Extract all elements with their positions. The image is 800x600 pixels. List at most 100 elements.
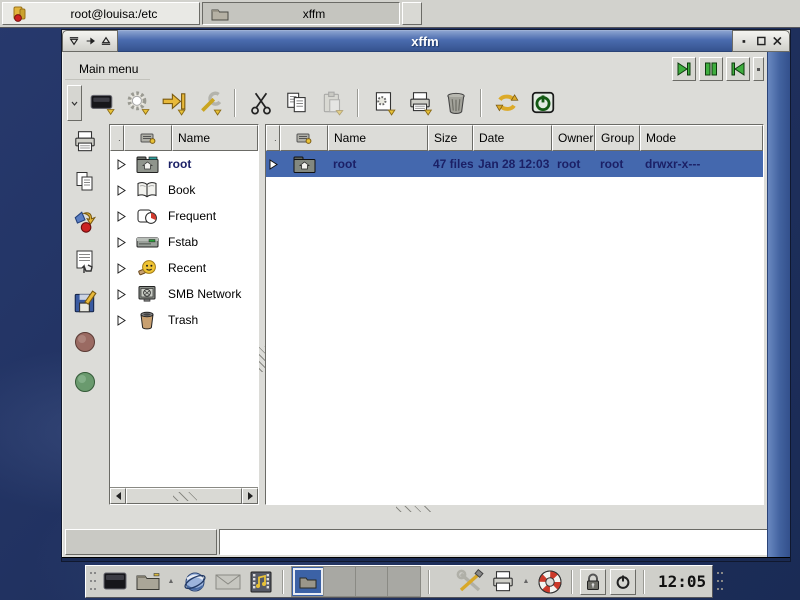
panel-quit-button[interactable] [610,569,636,595]
window-title: xffm [411,34,438,49]
close-icon[interactable] [772,35,783,47]
file-header-name[interactable]: Name [328,125,428,151]
file-header-size[interactable]: Size [428,125,473,151]
tree-item-label: Trash [162,313,198,327]
nav-more-button[interactable] [753,57,764,81]
panel-help-button[interactable] [535,567,564,596]
status-entry[interactable] [219,529,787,555]
trash-button[interactable] [439,87,472,120]
file-header-date[interactable]: Date [473,125,552,151]
tree-header-handle[interactable]: ․ [110,125,124,151]
pager-desktop-1[interactable] [292,567,324,596]
file-header-group[interactable]: Group [595,125,640,151]
panel-file-manager-button[interactable] [133,567,162,596]
maximize-icon[interactable] [756,35,767,47]
bottom-splitter[interactable] [63,505,764,513]
file-row-root[interactable]: root 47 files Jan 28 12:03 root root drw… [266,151,763,177]
recent-icon [132,259,162,277]
paste-icon [320,90,346,116]
side-run-button[interactable] [70,208,100,236]
properties-button[interactable] [367,87,400,120]
panel-settings-button[interactable] [455,567,484,596]
expander-icon[interactable] [110,185,132,196]
panel-browser-button[interactable] [180,567,209,596]
copy-button[interactable] [280,87,313,120]
status-progress-area [65,529,217,555]
panel-grip-right[interactable] [716,570,723,594]
side-sphere-green-button[interactable] [70,368,100,396]
side-touch-button[interactable] [70,248,100,276]
side-copy-button[interactable] [70,168,100,196]
tree-header-name[interactable]: Name [172,125,258,151]
tree-item-root[interactable]: root [110,151,258,177]
top-taskbar: root@louisa:/etc xffm [0,0,800,28]
pager-desktop-3[interactable] [356,567,388,596]
hide-icon[interactable] [739,35,750,47]
file-header-handle[interactable]: ․ [266,125,280,151]
expander-icon[interactable] [110,263,132,274]
paste-button[interactable] [316,87,349,120]
toolbar [67,84,764,122]
side-print-button[interactable] [70,128,100,156]
pager-desktop-4[interactable] [388,567,420,596]
panel-popup-arrow[interactable]: ▲ [166,567,176,596]
window-right-border[interactable] [767,52,790,557]
shade-icon[interactable] [101,35,111,47]
taskbar-task-terminal[interactable]: root@louisa:/etc [2,2,200,25]
scroll-left-button[interactable] [110,488,126,504]
expander-icon[interactable] [110,211,132,222]
scrollbar-thumb[interactable] [126,488,242,504]
file-header-owner[interactable]: Owner [552,125,595,151]
titlebar-drag-area[interactable]: xffm [118,30,732,52]
taskbar-blank-button[interactable] [402,2,422,25]
forward-button[interactable] [672,57,696,81]
titlebar[interactable]: xffm [62,30,790,52]
cut-button[interactable] [244,87,277,120]
panel-popup-arrow[interactable]: ▲ [521,567,531,596]
file-header-icon-column[interactable] [280,125,328,151]
panel-print-button[interactable] [488,567,517,596]
back-button[interactable] [726,57,750,81]
expander-icon[interactable] [110,289,132,300]
tree-header-icon-column[interactable] [124,125,172,151]
expander-icon[interactable] [266,159,280,170]
mail-envelope-icon [215,573,241,591]
side-sphere-brown-button[interactable] [70,328,100,356]
panel-lock-button[interactable] [580,569,606,595]
pause-button[interactable] [699,57,723,81]
panel-clock[interactable]: 12:05 [652,572,712,591]
tree-item-trash[interactable]: Trash [110,307,258,333]
stick-icon[interactable] [85,35,95,47]
panel-grip-left[interactable] [89,570,96,594]
terminal-button[interactable] [85,87,118,120]
tools-button[interactable] [193,87,226,120]
window-bottom-border[interactable] [62,557,790,561]
file-header-mode[interactable]: Mode [640,125,763,151]
print-button[interactable] [403,87,436,120]
copy-icon [284,90,310,116]
panel-multimedia-button[interactable] [246,567,275,596]
expander-icon[interactable] [110,159,132,170]
expander-icon[interactable] [110,315,132,326]
settings-button[interactable] [121,87,154,120]
toolbar-dropdown-button[interactable] [67,85,82,121]
package-icon [11,5,29,23]
side-save-button[interactable] [70,288,100,316]
panel-mail-button[interactable] [213,567,242,596]
quit-button[interactable] [526,87,559,120]
main-menu-item[interactable]: Main menu [65,59,150,80]
tree-item-smb-network[interactable]: SMB Network [110,281,258,307]
tree-rows: root Book [110,151,258,487]
goto-button[interactable] [157,87,190,120]
tree-item-book[interactable]: Book [110,177,258,203]
pager-desktop-2[interactable] [324,567,356,596]
menu-icon[interactable] [69,35,79,47]
panel-terminal-button[interactable] [100,567,129,596]
expander-icon[interactable] [110,237,132,248]
tree-item-frequent[interactable]: Frequent [110,203,258,229]
tree-item-fstab[interactable]: Fstab [110,229,258,255]
scroll-right-button[interactable] [242,488,258,504]
tree-item-recent[interactable]: Recent [110,255,258,281]
taskbar-task-xffm[interactable]: xffm [202,2,400,25]
refresh-button[interactable] [490,87,523,120]
